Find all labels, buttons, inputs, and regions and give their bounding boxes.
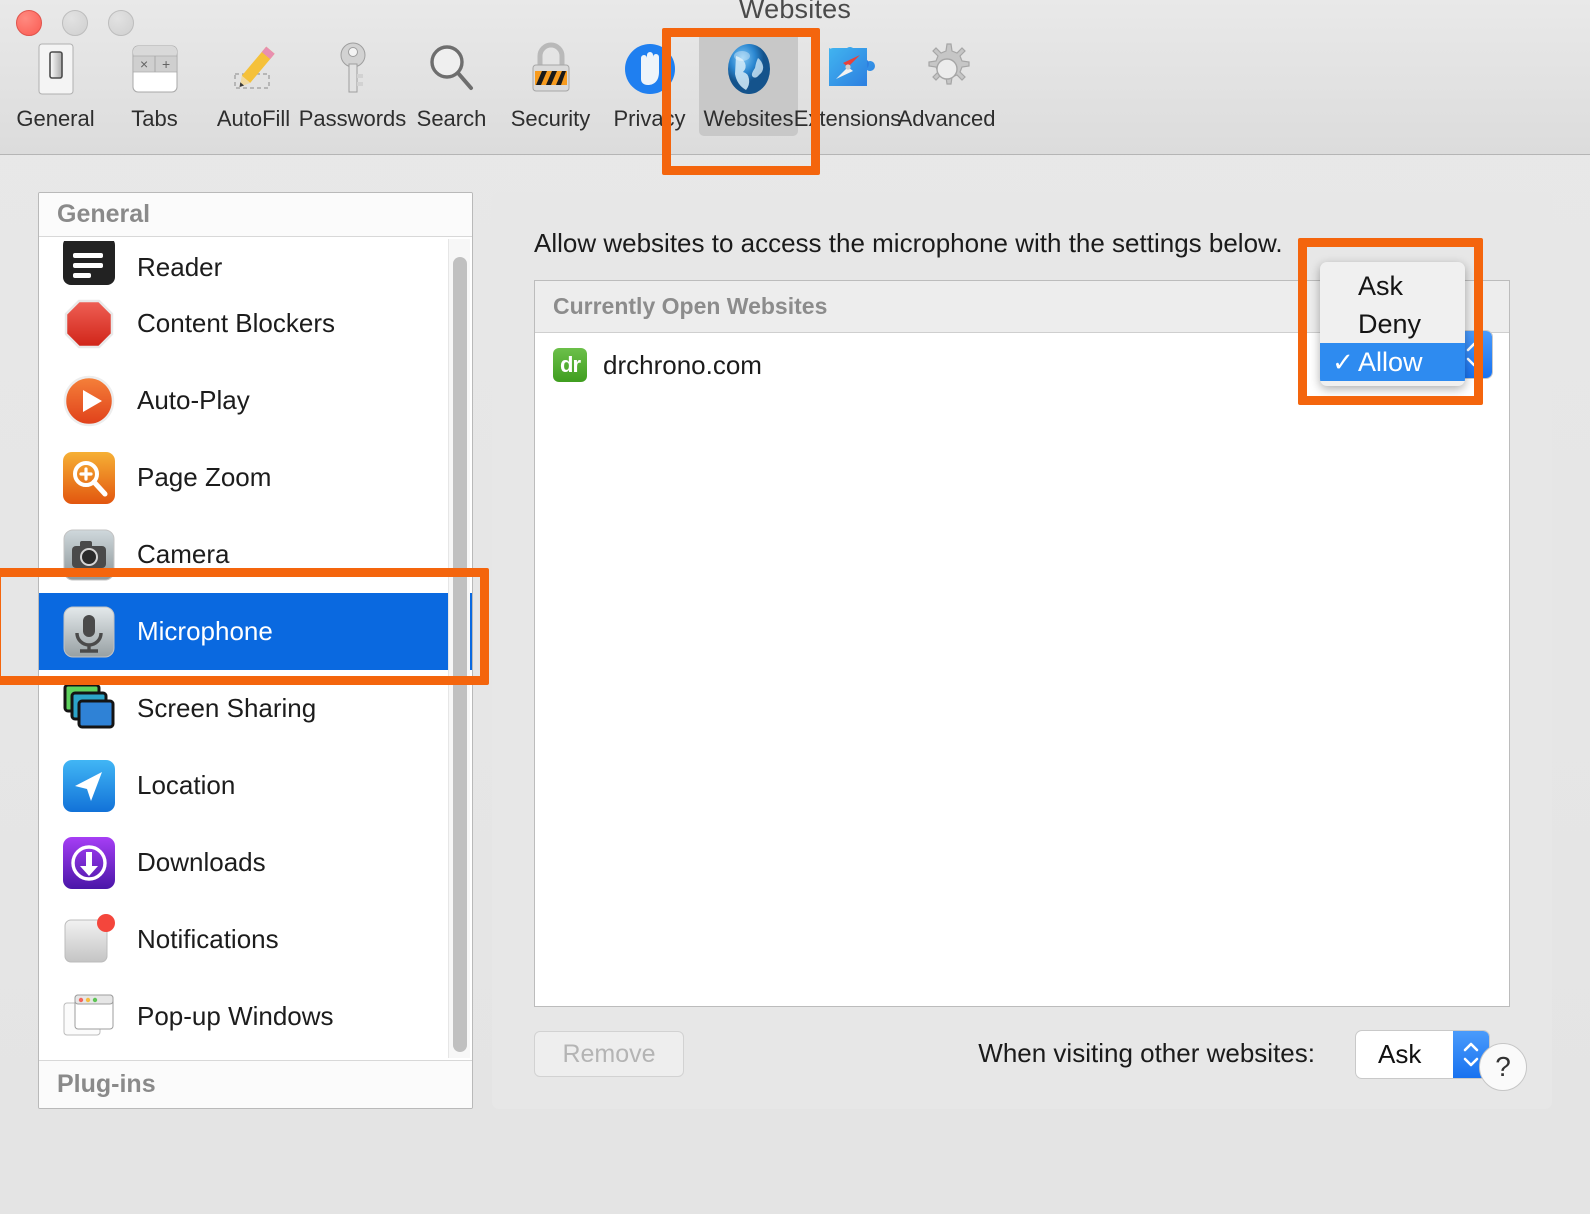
panel-description: Allow websites to access the microphone … [534, 228, 1283, 258]
favicon-drchrono: dr [553, 348, 587, 382]
reader-icon [61, 237, 117, 285]
preferences-toolbar: General × + Tabs AutoFill Passwords Sear… [6, 32, 996, 136]
sidebar-item-label: Location [137, 770, 236, 800]
sidebar-section-header-plugins: Plug-ins [39, 1060, 472, 1108]
toolbar-label: AutoFill [216, 106, 291, 131]
toolbar-label: Passwords [298, 106, 407, 131]
tabs-icon: × + [124, 38, 186, 100]
toolbar-label: Extensions [793, 106, 902, 131]
svg-text:×: × [140, 56, 148, 72]
toolbar-label: Search [416, 106, 487, 131]
toolbar-item-autofill[interactable]: AutoFill [204, 32, 303, 136]
screen-sharing-icon [61, 681, 117, 737]
sidebar-item-label: Pop-up Windows [137, 1001, 334, 1031]
autofill-icon [223, 38, 285, 100]
toolbar-item-advanced[interactable]: Advanced [897, 32, 996, 136]
general-icon [25, 38, 87, 100]
sidebar-scrollbar-thumb[interactable] [453, 257, 467, 1052]
svg-text:+: + [162, 56, 170, 72]
menu-item-deny[interactable]: Deny [1320, 305, 1465, 343]
sidebar-item-label: Notifications [137, 924, 279, 954]
sidebar-scroll-area[interactable]: Reader Content Blockers Auto-Play Page Z… [39, 237, 472, 1060]
microphone-icon [61, 604, 117, 660]
sidebar-item-label: Auto-Play [137, 385, 250, 415]
toolbar-label: Advanced [897, 106, 996, 131]
sidebar-item-content-blockers[interactable]: Content Blockers [39, 285, 472, 362]
menu-item-ask[interactable]: Ask [1320, 267, 1465, 305]
remove-button[interactable]: Remove [534, 1031, 684, 1077]
sidebar-item-page-zoom[interactable]: Page Zoom [39, 439, 472, 516]
sidebar-item-location[interactable]: Location [39, 747, 472, 824]
window-titlebar: Websites General × + Tabs AutoFill Passw… [0, 0, 1590, 155]
websites-icon [718, 38, 780, 100]
advanced-icon [916, 38, 978, 100]
sidebar-item-downloads[interactable]: Downloads [39, 824, 472, 901]
toolbar-item-security[interactable]: Security [501, 32, 600, 136]
toolbar-label: Security [510, 106, 591, 131]
toolbar-label: Tabs [131, 106, 178, 131]
toolbar-item-search[interactable]: Search [402, 32, 501, 136]
menu-item-label: Allow [1358, 346, 1423, 377]
preferences-window: Websites General × + Tabs AutoFill Passw… [0, 0, 1590, 1214]
settings-sidebar: General Reader Content Blockers Auto-Pla… [38, 192, 473, 1109]
menu-item-allow[interactable]: ✓ Allow [1320, 343, 1465, 381]
downloads-icon [61, 835, 117, 891]
toolbar-item-extensions[interactable]: Extensions [794, 32, 901, 136]
sidebar-item-label: Content Blockers [137, 308, 335, 338]
sidebar-item-notifications[interactable]: Notifications [39, 901, 472, 978]
content-blockers-icon [61, 296, 117, 352]
other-websites-popup-button[interactable]: Ask [1355, 1030, 1490, 1079]
toolbar-item-general[interactable]: General [6, 32, 105, 136]
sidebar-item-microphone[interactable]: Microphone [39, 593, 472, 670]
menu-item-label: Deny [1358, 308, 1422, 339]
sidebar-section-header-general: General [39, 193, 472, 237]
sidebar-item-popup-windows[interactable]: Pop-up Windows [39, 978, 472, 1055]
sidebar-item-label: Camera [137, 539, 230, 569]
extensions-icon [817, 38, 879, 100]
toolbar-label: General [16, 106, 95, 131]
sidebar-item-label: Screen Sharing [137, 693, 317, 723]
toolbar-label: Websites [703, 106, 794, 131]
toolbar-item-passwords[interactable]: Passwords [299, 32, 406, 136]
sidebar-item-label: Microphone [137, 616, 273, 646]
popup-windows-icon [61, 989, 117, 1045]
sidebar-scrollbar[interactable] [448, 239, 470, 1058]
passwords-icon [322, 38, 384, 100]
sidebar-item-label: Page Zoom [137, 462, 272, 492]
toolbar-item-websites[interactable]: Websites [699, 32, 798, 136]
site-name: drchrono.com [603, 349, 762, 380]
sidebar-item-reader[interactable]: Reader [39, 237, 472, 285]
location-icon [61, 758, 117, 814]
checkmark-icon: ✓ [1332, 346, 1354, 377]
camera-icon [61, 527, 117, 583]
help-button[interactable]: ? [1479, 1043, 1527, 1091]
websites-listbox: Currently Open Websites dr drchrono.com [534, 280, 1510, 1007]
other-websites-label: When visiting other websites: [978, 1038, 1315, 1068]
sidebar-item-screen-sharing[interactable]: Screen Sharing [39, 670, 472, 747]
sidebar-item-label: Reader [137, 252, 223, 282]
security-icon [520, 38, 582, 100]
sidebar-item-auto-play[interactable]: Auto-Play [39, 362, 472, 439]
notifications-icon [61, 912, 117, 968]
search-icon [421, 38, 483, 100]
menu-item-label: Ask [1358, 270, 1404, 301]
privacy-icon [619, 38, 681, 100]
toolbar-item-privacy[interactable]: Privacy [600, 32, 699, 136]
other-websites-value: Ask [1378, 1039, 1422, 1069]
auto-play-icon [61, 373, 117, 429]
window-title: Websites [738, 0, 852, 24]
sidebar-item-camera[interactable]: Camera [39, 516, 472, 593]
toolbar-label: Privacy [613, 106, 686, 131]
page-zoom-icon [61, 450, 117, 506]
toolbar-item-tabs[interactable]: × + Tabs [105, 32, 204, 136]
permission-dropdown-menu[interactable]: Ask Deny ✓ Allow [1320, 262, 1465, 386]
sidebar-item-label: Downloads [137, 847, 266, 877]
